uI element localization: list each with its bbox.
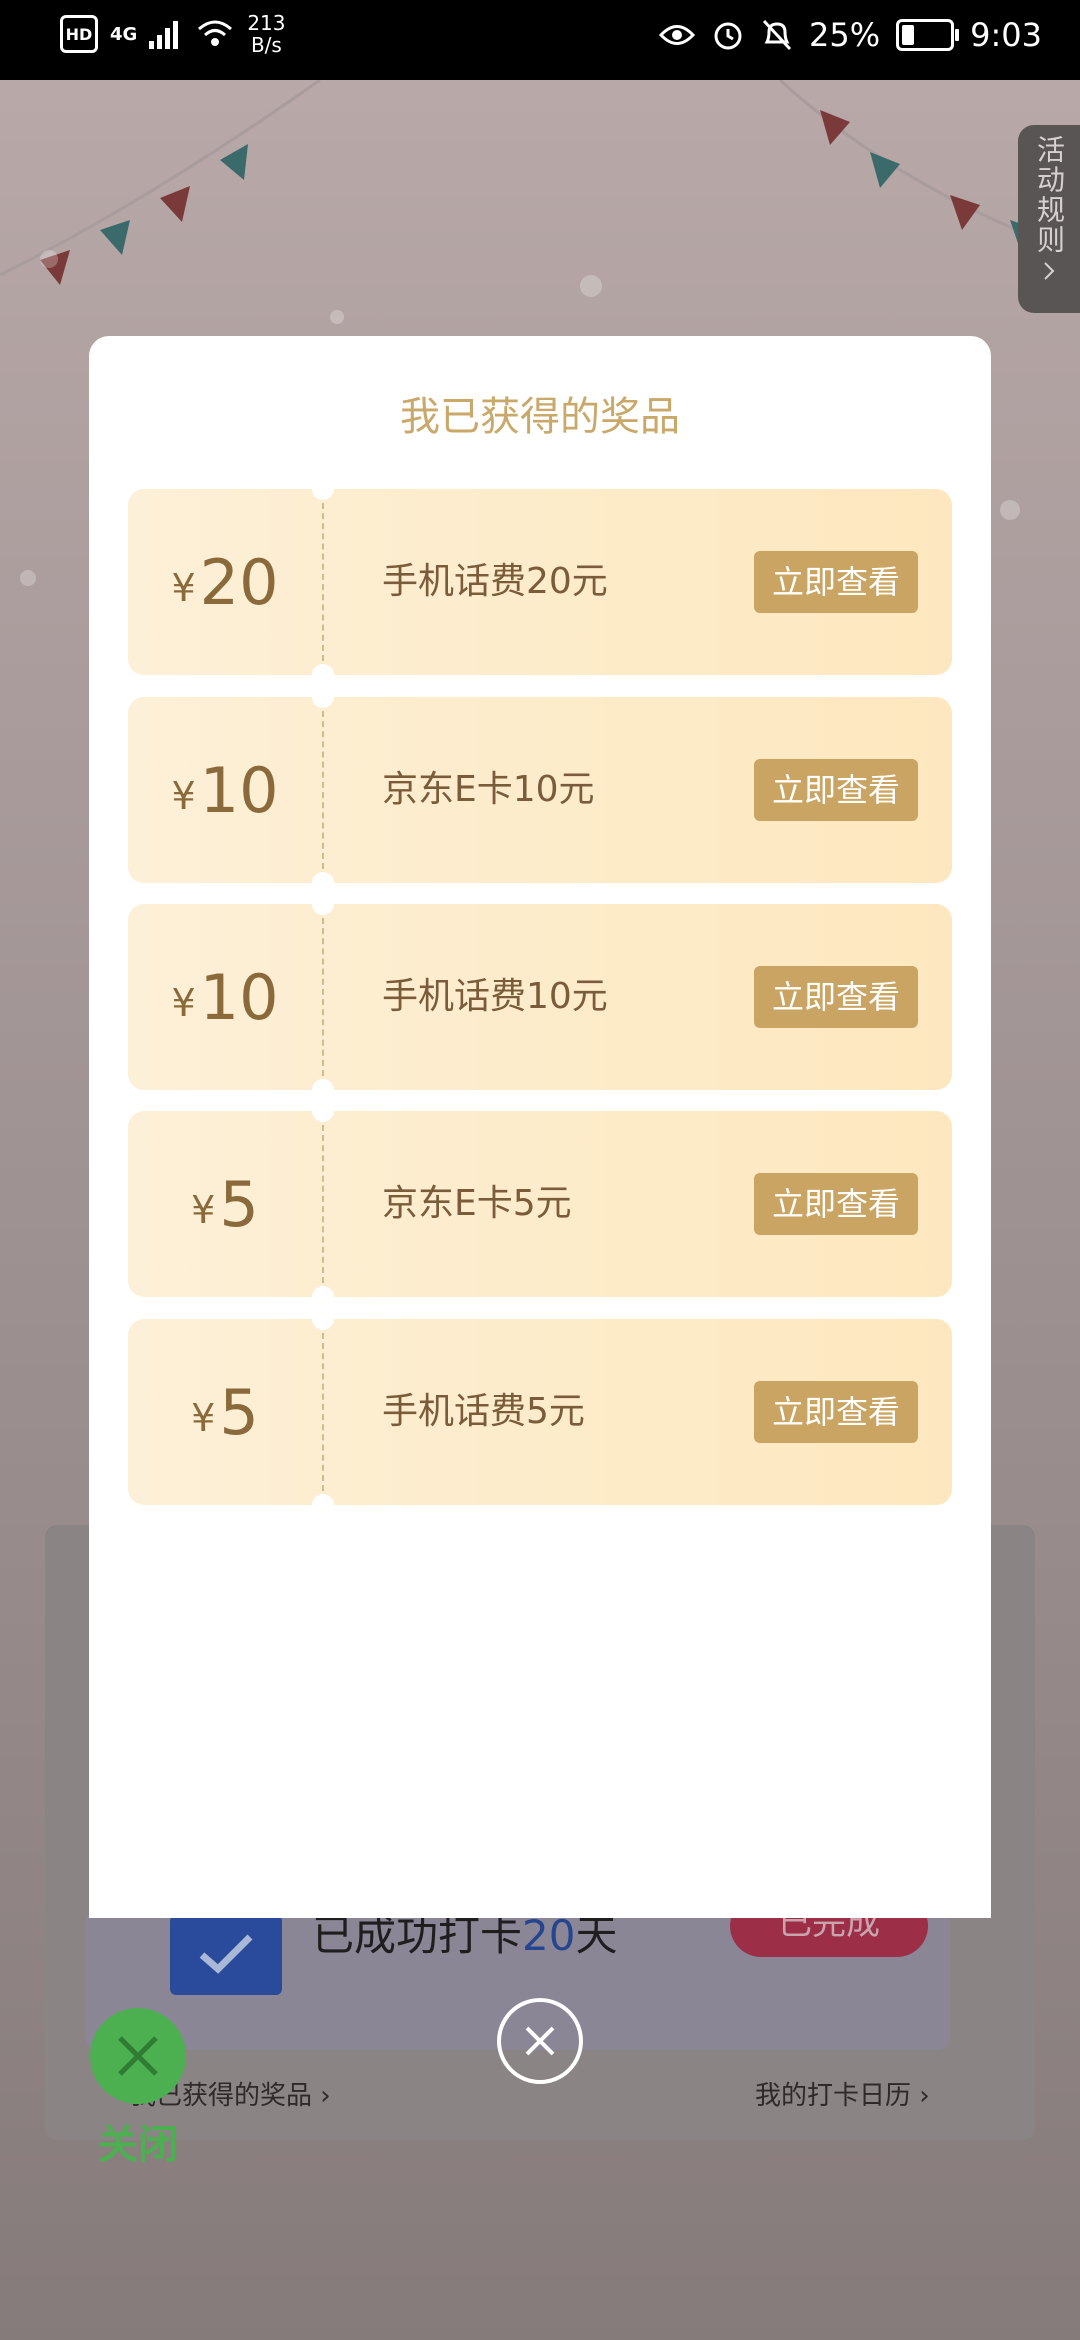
battery-icon	[896, 19, 960, 51]
activity-rules-label: 活动规则	[1033, 135, 1066, 255]
prizes-modal: 我已获得的奖品 ¥20 手机话费20元 立即查看 ¥10 京东E卡10元 立即查…	[89, 336, 991, 1918]
bunting-decoration	[0, 80, 1080, 285]
currency-symbol: ¥	[171, 774, 196, 818]
currency-symbol: ¥	[191, 1188, 216, 1232]
status-left: HD 4G 213 B/s	[60, 12, 286, 56]
view-now-button[interactable]: 立即查看	[754, 759, 918, 821]
currency-symbol: ¥	[191, 1396, 216, 1440]
speed-unit: B/s	[250, 33, 282, 57]
prize-amount: ¥5	[128, 1319, 322, 1505]
close-icon	[118, 2036, 158, 2076]
modal-title: 我已获得的奖品	[400, 394, 680, 440]
prize-name: 京东E卡5元	[382, 1183, 572, 1224]
status-right: 25% 9:03	[659, 16, 1042, 54]
clock: 9:03	[970, 16, 1042, 54]
checkin-prefix: 已成功打卡	[312, 1911, 523, 1960]
prize-card: ¥5 手机话费5元 立即查看	[128, 1308, 952, 1516]
checkin-suffix: 天	[575, 1911, 618, 1960]
chevron-right-icon	[1044, 262, 1055, 280]
prize-name: 手机话费5元	[382, 1391, 585, 1432]
prize-amount-value: 5	[219, 1167, 259, 1241]
checkin-days: 20	[522, 1911, 576, 1960]
wifi-icon	[198, 20, 233, 46]
view-now-button[interactable]: 立即查看	[754, 966, 918, 1028]
network-speed: 213 B/s	[247, 12, 285, 56]
alarm-icon	[714, 22, 742, 50]
modal-close-button[interactable]	[497, 1998, 583, 2084]
currency-symbol: ¥	[171, 566, 196, 610]
view-now-button[interactable]: 立即查看	[754, 1173, 918, 1235]
currency-symbol: ¥	[171, 981, 196, 1025]
prize-amount-value: 10	[199, 960, 279, 1034]
prize-card: ¥10 京东E卡10元 立即查看	[128, 686, 952, 894]
checkin-calendar-link-label: 我的打卡日历	[755, 2081, 912, 2111]
chevron-right-icon: ›	[919, 2081, 930, 2111]
floating-close-label[interactable]: 关闭	[98, 2112, 178, 2170]
floating-close-button[interactable]	[90, 2008, 186, 2104]
prize-card: ¥10 手机话费10元 立即查看	[128, 893, 952, 1101]
prize-card: ¥5 京东E卡5元 立即查看	[128, 1100, 952, 1308]
prize-amount-value: 20	[199, 545, 279, 619]
battery-percent: 25%	[809, 16, 881, 54]
prize-amount-value: 5	[219, 1375, 259, 1449]
prize-name: 手机话费20元	[382, 561, 608, 602]
chevron-right-icon: ›	[320, 2081, 331, 2111]
mute-bell-icon	[762, 19, 792, 51]
signal-icon	[149, 21, 179, 49]
prize-name: 手机话费10元	[382, 976, 608, 1017]
checkin-calendar-link[interactable]: 我的打卡日历 ›	[755, 2075, 930, 2112]
view-now-button[interactable]: 立即查看	[754, 551, 918, 613]
activity-rules-tab[interactable]: 活动规则	[1018, 125, 1080, 313]
prize-amount-value: 10	[199, 753, 279, 827]
network-type: 4G	[110, 23, 138, 45]
prize-amount: ¥10	[128, 697, 322, 883]
speed-value: 213	[247, 11, 286, 35]
close-icon	[525, 2026, 555, 2056]
checkbox-checked-icon	[170, 1915, 282, 1995]
view-now-button[interactable]: 立即查看	[754, 1381, 918, 1443]
prize-name: 京东E卡10元	[382, 769, 595, 810]
prize-amount: ¥20	[128, 489, 322, 675]
status-bar: HD 4G 213 B/s 25% 9:03	[0, 0, 1080, 80]
eye-icon	[659, 25, 696, 45]
hd-badge: HD	[60, 15, 98, 53]
prize-amount: ¥5	[128, 1111, 322, 1297]
prize-amount: ¥10	[128, 904, 322, 1090]
prize-card: ¥20 手机话费20元 立即查看	[128, 478, 952, 686]
